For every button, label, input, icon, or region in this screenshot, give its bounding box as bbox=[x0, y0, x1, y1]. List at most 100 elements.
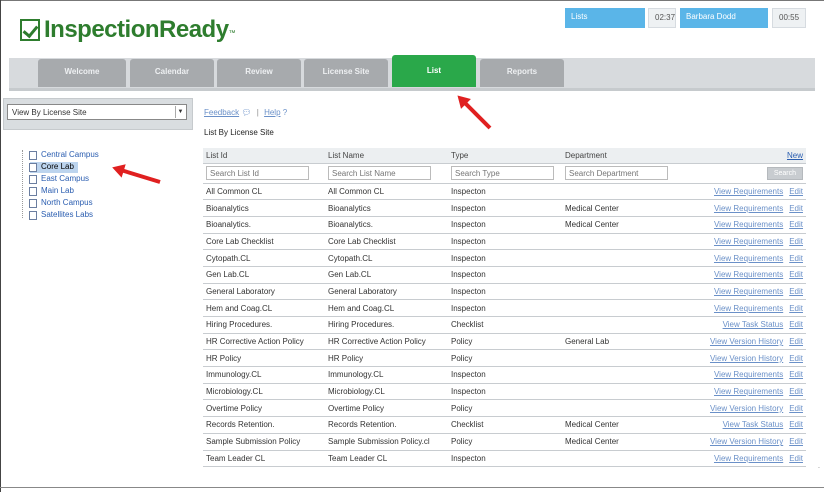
column-header-actions: New bbox=[694, 148, 806, 164]
row-action-link[interactable]: View Requirements bbox=[714, 387, 783, 396]
row-edit-link[interactable]: Edit bbox=[789, 237, 803, 246]
list-id-cell: General Laboratory bbox=[203, 283, 325, 301]
row-action-link[interactable]: View Requirements bbox=[714, 237, 783, 246]
row-edit-link[interactable]: Edit bbox=[789, 187, 803, 196]
row-edit-link[interactable]: Edit bbox=[789, 337, 803, 346]
column-header-list-id[interactable]: List Id bbox=[203, 148, 325, 164]
search-list-id-input[interactable] bbox=[206, 166, 309, 180]
new-list-link[interactable]: New bbox=[787, 151, 803, 160]
row-action-link[interactable]: View Version History bbox=[710, 354, 783, 363]
list-name-cell: Hem and Coag.CL bbox=[325, 299, 448, 317]
row-edit-link[interactable]: Edit bbox=[789, 204, 803, 213]
frame-top-border bbox=[0, 0, 824, 1]
search-button[interactable]: Search bbox=[766, 166, 803, 180]
view-by-select[interactable]: View By License Site ▼ bbox=[7, 104, 187, 120]
type-cell: Policy bbox=[448, 399, 562, 418]
search-list-name-input[interactable] bbox=[328, 166, 431, 180]
row-edit-link[interactable]: Edit bbox=[789, 304, 803, 313]
row-edit-link[interactable]: Edit bbox=[789, 387, 803, 396]
search-type-input[interactable] bbox=[451, 166, 554, 180]
row-actions-cell: View Requirements Edit bbox=[694, 450, 806, 468]
feedback-link[interactable]: Feedback bbox=[204, 108, 239, 117]
row-action-link[interactable]: View Version History bbox=[710, 337, 783, 346]
type-cell: Inspecton bbox=[448, 233, 562, 251]
row-edit-link[interactable]: Edit bbox=[789, 370, 803, 379]
list-name-cell: Core Lab Checklist bbox=[325, 233, 448, 251]
row-edit-link[interactable]: Edit bbox=[789, 287, 803, 296]
row-edit-link[interactable]: Edit bbox=[789, 404, 803, 413]
row-actions-cell: View Requirements Edit bbox=[694, 299, 806, 317]
tree-item-east-campus[interactable]: East Campus bbox=[29, 174, 89, 185]
list-id-cell: All Common CL bbox=[203, 183, 325, 201]
tree-item-north-campus[interactable]: North Campus bbox=[29, 198, 93, 209]
tab-license-site[interactable]: License Site bbox=[304, 59, 388, 87]
row-action-link[interactable]: View Requirements bbox=[714, 220, 783, 229]
row-action-link[interactable]: View Requirements bbox=[714, 287, 783, 296]
session-time-1: 02:37 bbox=[648, 8, 676, 28]
list-id-cell: Hiring Procedures. bbox=[203, 316, 325, 334]
row-action-link[interactable]: View Version History bbox=[710, 437, 783, 446]
link-separator: | bbox=[256, 108, 259, 117]
list-id-cell: Immunology.CL bbox=[203, 366, 325, 384]
tree-item-main-lab[interactable]: Main Lab bbox=[29, 186, 74, 197]
list-id-cell: Hem and Coag.CL bbox=[203, 299, 325, 317]
row-edit-link[interactable]: Edit bbox=[789, 437, 803, 446]
chevron-down-icon[interactable]: ▼ bbox=[175, 106, 185, 118]
row-edit-link[interactable]: Edit bbox=[789, 254, 803, 263]
department-cell bbox=[562, 399, 694, 418]
row-action-link[interactable]: View Requirements bbox=[714, 270, 783, 279]
row-action-link[interactable]: View Version History bbox=[710, 404, 783, 413]
view-by-select-value: View By License Site bbox=[12, 108, 87, 117]
table-row: Team Leader CL Team Leader CL Inspecton Vie… bbox=[203, 450, 806, 468]
tab-reports[interactable]: Reports bbox=[480, 59, 564, 87]
row-action-link[interactable]: View Task Status bbox=[723, 320, 784, 329]
row-edit-link[interactable]: Edit bbox=[789, 420, 803, 429]
type-cell: Inspecton bbox=[448, 266, 562, 284]
session-time-2: 00:55 bbox=[772, 8, 806, 28]
tree-item-satellites-labs[interactable]: Satellites Labs bbox=[29, 210, 93, 221]
row-edit-link[interactable]: Edit bbox=[789, 320, 803, 329]
tree-item-core-lab[interactable]: Core Lab bbox=[29, 162, 78, 173]
table-row: General Laboratory General Laboratory Insp… bbox=[203, 283, 806, 301]
column-header-department[interactable]: Department bbox=[562, 148, 694, 164]
department-cell bbox=[562, 450, 694, 468]
table-row: HR Corrective Action Policy HR Corrective… bbox=[203, 333, 806, 351]
row-action-link[interactable]: View Requirements bbox=[714, 254, 783, 263]
list-id-cell: Sample Submission Policy bbox=[203, 433, 325, 451]
tree-item-central-campus[interactable]: Central Campus bbox=[29, 150, 99, 161]
department-cell bbox=[562, 366, 694, 384]
type-cell: Inspecton bbox=[448, 183, 562, 201]
row-edit-link[interactable]: Edit bbox=[789, 354, 803, 363]
brand-logo: InspectionReady ™ bbox=[20, 12, 236, 48]
row-action-link[interactable]: View Task Status bbox=[723, 420, 784, 429]
row-actions-cell: View Version History Edit bbox=[694, 333, 806, 351]
user-name[interactable]: Barbara Dodd bbox=[680, 8, 768, 28]
tab-welcome[interactable]: Welcome bbox=[38, 59, 126, 87]
row-action-link[interactable]: View Requirements bbox=[714, 204, 783, 213]
row-actions-cell: View Version History Edit bbox=[694, 349, 806, 368]
row-edit-link[interactable]: Edit bbox=[789, 454, 803, 463]
row-edit-link[interactable]: Edit bbox=[789, 220, 803, 229]
speech-bubble-icon[interactable]: 💬︎ bbox=[241, 108, 251, 117]
trademark-mark: ™ bbox=[228, 29, 236, 37]
column-header-list-name[interactable]: List Name bbox=[325, 148, 448, 164]
help-link[interactable]: Help bbox=[264, 108, 280, 117]
row-edit-link[interactable]: Edit bbox=[789, 270, 803, 279]
tab-calendar[interactable]: Calendar bbox=[130, 59, 214, 87]
row-action-link[interactable]: View Requirements bbox=[714, 187, 783, 196]
frame-left-border bbox=[0, 0, 1, 492]
row-action-link[interactable]: View Requirements bbox=[714, 304, 783, 313]
column-header-type[interactable]: Type bbox=[448, 148, 562, 164]
type-cell: Inspecton bbox=[448, 383, 562, 401]
row-actions-cell: View Requirements Edit bbox=[694, 266, 806, 284]
tab-list[interactable]: List bbox=[392, 55, 476, 87]
row-action-link[interactable]: View Requirements bbox=[714, 370, 783, 379]
row-action-link[interactable]: View Requirements bbox=[714, 454, 783, 463]
document-icon bbox=[29, 187, 37, 196]
tab-review[interactable]: Review bbox=[217, 59, 301, 87]
question-mark-icon[interactable]: ? bbox=[283, 108, 287, 117]
table-row: Overtime Policy Overtime Policy Policy View… bbox=[203, 399, 806, 418]
search-department-input[interactable] bbox=[565, 166, 668, 180]
department-cell bbox=[562, 249, 694, 267]
document-icon bbox=[29, 199, 37, 208]
